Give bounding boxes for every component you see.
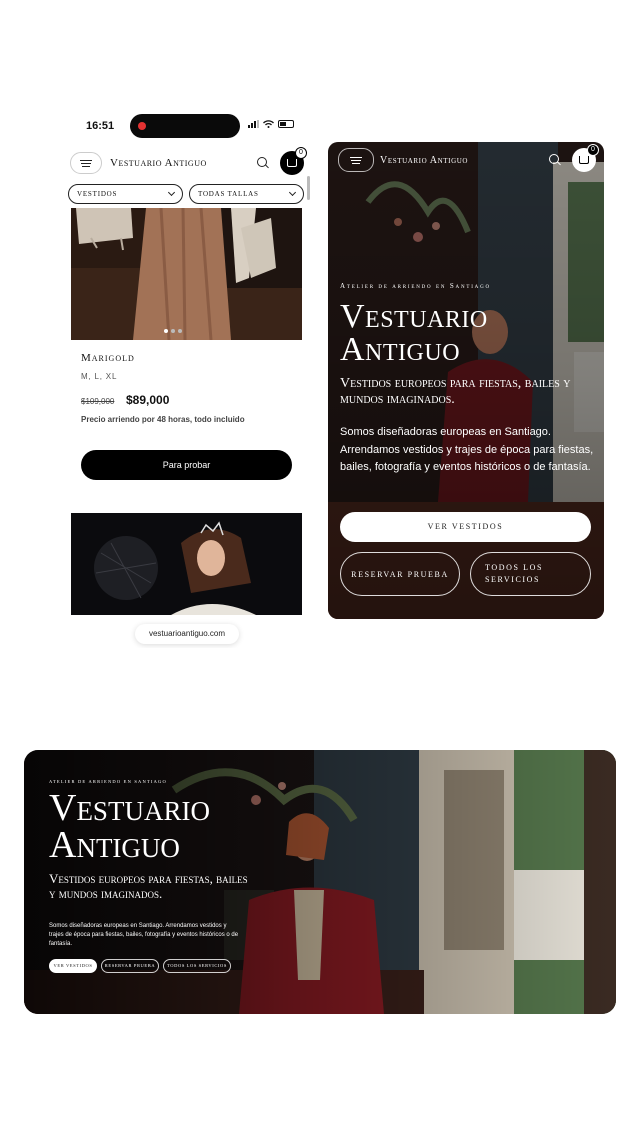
desktop-hero-screen: ATELIER DE ARRIENDO EN SANTIAGO Vestuari…	[24, 750, 616, 1014]
cart-button[interactable]: 0	[280, 147, 307, 175]
brand-logo[interactable]: Vestuario Antiguo	[380, 155, 548, 166]
mobile-hero-screen: Vestuario Antiguo 0 Atelier de arriendo …	[328, 142, 604, 619]
price-note: Precio arriendo por 48 horas, todo inclu…	[81, 415, 245, 424]
dynamic-island	[130, 114, 240, 138]
chevron-down-icon	[167, 188, 176, 197]
signal-icon	[248, 120, 259, 128]
site-header: Vestuario Antiguo 0	[328, 142, 604, 178]
all-services-button[interactable]: TODOS LOS SERVICIOS	[163, 959, 231, 973]
status-icons	[248, 120, 294, 128]
original-price: $109,000	[81, 397, 115, 406]
cart-button[interactable]: 0	[572, 144, 599, 172]
search-icon[interactable]	[256, 156, 270, 170]
browser-url-bar[interactable]: vestuarioantiguo.com	[135, 624, 239, 644]
book-fitting-button[interactable]: RESERVAR PRUEBA	[101, 959, 159, 973]
wifi-icon	[263, 120, 274, 128]
view-dresses-button[interactable]: VER VESTIDOS	[49, 959, 97, 973]
hero-title-line2: Antiguo	[340, 331, 461, 368]
try-on-button[interactable]: Para probar	[81, 450, 292, 480]
view-dresses-button[interactable]: VER VESTIDOS	[340, 512, 591, 542]
cart-count-badge: 0	[295, 147, 307, 159]
size-filter-select[interactable]: TODAS TALLAS	[189, 184, 304, 204]
hero-body: Somos diseñadoras europeas en Santiago. …	[49, 923, 239, 947]
hero-body: Somos diseñadoras europeas en Santiago. …	[340, 426, 594, 473]
product-image[interactable]	[71, 208, 302, 340]
status-time: 16:51	[86, 120, 115, 132]
hero-eyebrow: Atelier de arriendo en Santiago	[340, 282, 491, 290]
hero-subtitle: Vestidos europeos para fiestas, bailes y…	[340, 376, 571, 407]
category-filter-select[interactable]: VESTIDOS	[68, 184, 183, 204]
menu-icon[interactable]	[70, 152, 102, 174]
hero-title-line2: Antiguo	[49, 824, 180, 866]
mobile-listing-screen: 16:51 Vestuario Antiguo 0 VESTIDOS TODAS…	[60, 108, 312, 648]
hero-eyebrow: ATELIER DE ARRIENDO EN SANTIAGO	[49, 779, 167, 784]
hanger-icon	[287, 159, 297, 167]
product-sizes: M, L, XL	[81, 372, 118, 381]
brand-logo[interactable]: Vestuario Antiguo	[110, 157, 256, 169]
site-header: Vestuario Antiguo 0	[60, 146, 312, 180]
search-icon[interactable]	[548, 153, 562, 167]
hero-title: Vestuario Antiguo	[340, 298, 488, 368]
size-filter-label: TODAS TALLAS	[198, 190, 259, 198]
recording-indicator-icon	[138, 122, 146, 130]
sale-price: $89,000	[126, 393, 170, 407]
portrait-photo	[71, 513, 302, 615]
hero-subtitle: Vestidos europeos para fiestas, bailes y…	[49, 871, 248, 901]
filter-bar: VESTIDOS TODAS TALLAS	[68, 184, 304, 204]
scrollbar[interactable]	[307, 176, 310, 200]
dress-photo	[71, 208, 302, 340]
cart-count-badge: 0	[587, 144, 599, 156]
all-services-button[interactable]: TODOS LOS SERVICIOS	[470, 552, 591, 596]
product-name[interactable]: Marigold	[81, 352, 135, 364]
menu-icon[interactable]	[338, 148, 374, 172]
status-bar: 16:51	[60, 108, 312, 146]
hero-title: Vestuario Antiguo	[49, 787, 210, 866]
battery-icon	[278, 120, 294, 128]
book-fitting-button[interactable]: RESERVAR PRUEBA	[340, 552, 460, 596]
chevron-down-icon	[288, 188, 297, 197]
hero-title-line1: Vestuario	[340, 298, 488, 335]
carousel-dots[interactable]	[164, 329, 182, 333]
product-image-2[interactable]	[71, 513, 302, 615]
hanger-icon	[579, 156, 589, 164]
category-filter-label: VESTIDOS	[77, 190, 118, 198]
hero-title-line1: Vestuario	[49, 787, 210, 829]
